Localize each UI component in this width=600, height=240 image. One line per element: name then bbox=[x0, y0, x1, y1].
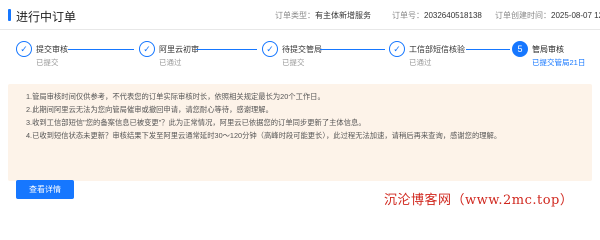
step-status: 已提交管局21日 bbox=[532, 58, 586, 67]
step-status: 已通过 bbox=[159, 58, 182, 67]
notice-line: 3.收到工信部短信"您的备案信息已被变更"？此为正常情况，阿里云已依据您的订单同… bbox=[26, 118, 366, 127]
created-time-value: 2025-08-07 12:48:33 bbox=[551, 11, 600, 20]
step-connector bbox=[68, 49, 134, 50]
order-created-time: 订单创建时间：2025-08-07 12:48:33 bbox=[495, 10, 600, 21]
created-time-label: 订单创建时间： bbox=[495, 11, 551, 20]
notice-line: 1.管局审核时间仅供参考，不代表您的订单实际审核时长，依照相关规定最长为20个工… bbox=[26, 92, 325, 101]
progress-steps: ✓ 提交审核 已提交 ✓ 阿里云初审 已通过 ✓ 待提交管局 已提交 ✓ 工信部… bbox=[0, 38, 600, 78]
step-label: 管局审核 bbox=[532, 45, 564, 54]
step-connector bbox=[466, 49, 510, 50]
order-header: 进行中订单 订单类型：有主体新增服务 订单号：2032640518138 订单创… bbox=[0, 0, 600, 30]
step-status: 已通过 bbox=[409, 58, 432, 67]
order-type-label: 订单类型： bbox=[275, 11, 315, 20]
order-type: 订单类型：有主体新增服务 bbox=[275, 10, 371, 21]
step-connector bbox=[320, 49, 385, 50]
check-icon: ✓ bbox=[389, 41, 405, 57]
step-label: 工信部短信核验 bbox=[409, 45, 465, 54]
notice-line: 2.此期间阿里云无法为您向管局催审或撤回申请，请您耐心等待，感谢理解。 bbox=[26, 105, 273, 114]
page-title: 进行中订单 bbox=[16, 10, 77, 24]
watermark: 沉沦博客网（www.2mc.top） bbox=[384, 193, 574, 208]
order-number-value: 2032640518138 bbox=[424, 11, 482, 20]
notice-line: 4.已收到短信状态未更新？审核结果下发至阿里云通常延时30～120分钟（高峰时段… bbox=[26, 131, 502, 140]
step-number-badge: 5 bbox=[512, 41, 528, 57]
order-number-label: 订单号： bbox=[392, 11, 424, 20]
notice-box: 1.管局审核时间仅供参考，不代表您的订单实际审核时长，依照相关规定最长为20个工… bbox=[8, 84, 592, 181]
order-type-value: 有主体新增服务 bbox=[315, 11, 371, 20]
step-label: 待提交管局 bbox=[282, 45, 322, 54]
step-status: 已提交 bbox=[36, 58, 59, 67]
title-accent-bar bbox=[8, 9, 11, 21]
step-status: 已提交 bbox=[282, 58, 305, 67]
step-label: 提交审核 bbox=[36, 45, 68, 54]
check-icon: ✓ bbox=[262, 41, 278, 57]
order-number: 订单号：2032640518138 bbox=[392, 10, 482, 21]
step-label: 阿里云初审 bbox=[159, 45, 199, 54]
check-icon: ✓ bbox=[139, 41, 155, 57]
view-details-button[interactable]: 查看详情 bbox=[16, 180, 74, 199]
step-connector bbox=[196, 49, 257, 50]
check-icon: ✓ bbox=[16, 41, 32, 57]
